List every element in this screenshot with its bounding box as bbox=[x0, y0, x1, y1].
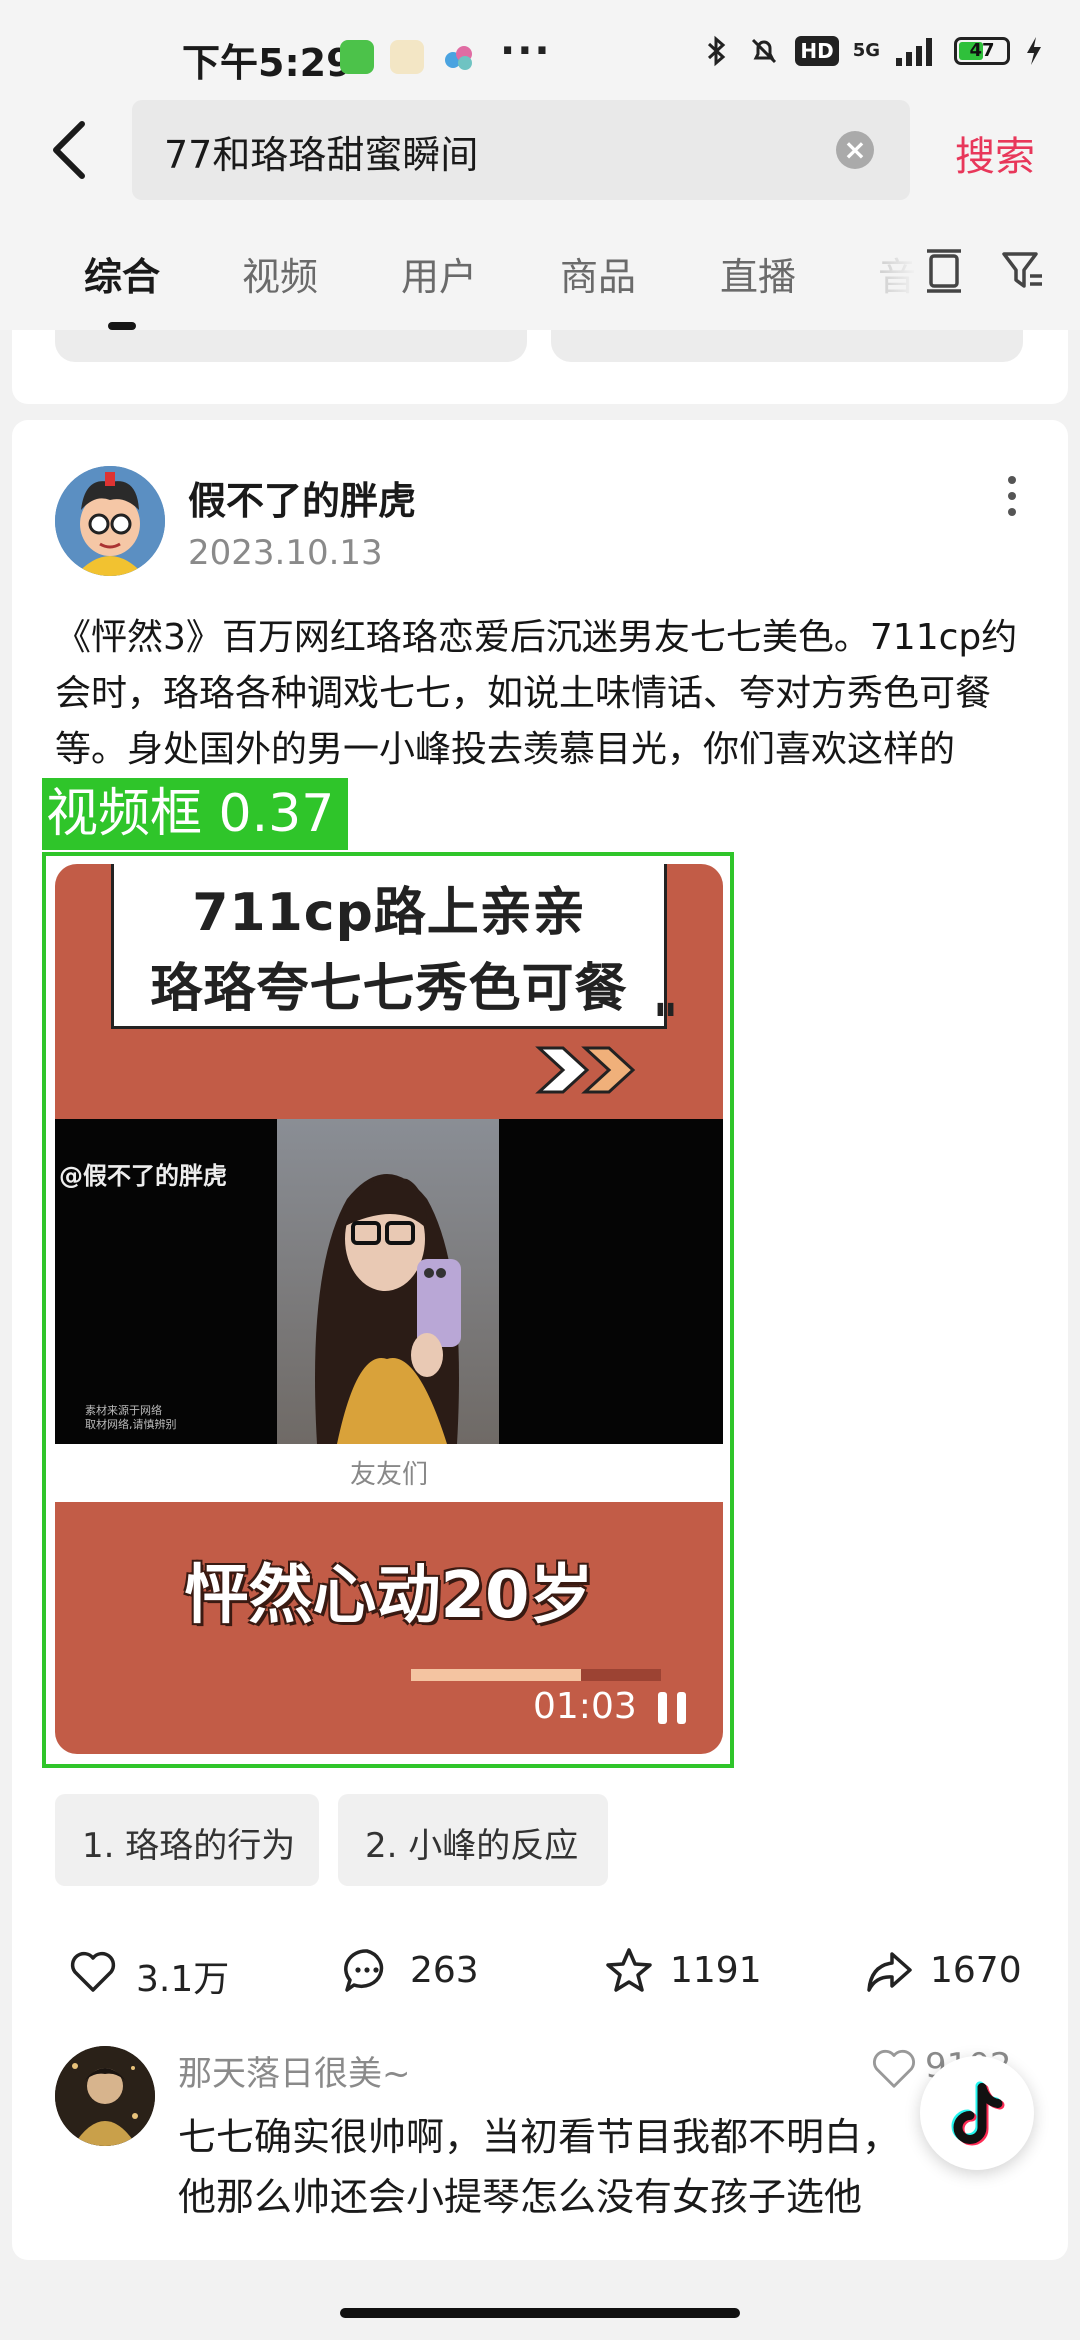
comment-icon[interactable] bbox=[342, 1946, 392, 1996]
more-notifications-icon: ··· bbox=[500, 28, 552, 74]
comment-text-line1: 七七确实很帅啊，当初看节目我都不明白， bbox=[178, 2115, 901, 2159]
detection-box bbox=[42, 852, 734, 1768]
status-icons: HD 5G 47 bbox=[699, 34, 1044, 68]
tab-comprehensive[interactable]: 综合 bbox=[84, 246, 160, 301]
author-name[interactable]: 假不了的胖虎 bbox=[188, 470, 416, 525]
author-avatar[interactable] bbox=[55, 466, 165, 576]
tab-video[interactable]: 视频 bbox=[242, 246, 318, 301]
result-tabs bbox=[0, 210, 1080, 330]
charging-icon bbox=[1027, 37, 1041, 65]
filter-icon[interactable] bbox=[1000, 246, 1044, 296]
favorite-star-icon[interactable] bbox=[604, 1946, 654, 1996]
tab-users[interactable]: 用户 bbox=[401, 246, 477, 301]
battery-level: 47 bbox=[969, 40, 995, 61]
favorite-count: 1191 bbox=[670, 1950, 762, 1991]
like-heart-icon[interactable] bbox=[68, 1946, 118, 1996]
douyin-float-button[interactable] bbox=[920, 2056, 1034, 2170]
tab-products[interactable]: 商品 bbox=[560, 246, 636, 301]
signal-icon bbox=[896, 38, 932, 66]
network-type: 5G bbox=[852, 40, 880, 61]
clear-search-button[interactable]: × bbox=[836, 131, 874, 169]
share-count: 1670 bbox=[930, 1950, 1022, 1991]
commenter-photo-icon bbox=[55, 2046, 155, 2146]
tab-fade bbox=[858, 236, 918, 306]
58-app-icon bbox=[390, 40, 424, 74]
comment-text-line2: 他那么帅还会小提琴怎么没有女孩子选他 bbox=[178, 2175, 863, 2219]
hd-badge: HD bbox=[795, 36, 839, 66]
bluetooth-icon bbox=[708, 35, 726, 67]
comment-count: 263 bbox=[410, 1950, 479, 1991]
previous-card-pill bbox=[551, 330, 1023, 362]
app-notification-icon bbox=[340, 40, 374, 74]
search-query[interactable]: 77和珞珞甜蜜瞬间 bbox=[164, 124, 478, 179]
layout-toggle-icon[interactable] bbox=[922, 246, 966, 296]
douyin-logo-icon bbox=[951, 2081, 1005, 2146]
cartoon-avatar-icon bbox=[55, 466, 165, 576]
like-count: 3.1万 bbox=[136, 1959, 230, 2000]
search-button[interactable]: 搜索 bbox=[955, 124, 1035, 182]
active-tab-indicator bbox=[108, 322, 136, 330]
post-date: 2023.10.13 bbox=[188, 533, 383, 573]
back-button[interactable] bbox=[46, 112, 98, 188]
commenter-avatar[interactable] bbox=[55, 2046, 155, 2146]
share-arrow-icon[interactable] bbox=[864, 1946, 914, 1996]
more-options-icon[interactable] bbox=[1000, 474, 1024, 518]
comment-like-icon[interactable] bbox=[870, 2044, 918, 2092]
tab-live[interactable]: 直播 bbox=[720, 246, 796, 301]
home-indicator[interactable] bbox=[340, 2308, 740, 2318]
battery-icon: 47 bbox=[954, 37, 1010, 65]
previous-card-pill bbox=[55, 330, 527, 362]
chapter-chip-1-label: 1. 珞珞的行为 bbox=[82, 1826, 296, 1866]
detection-label: 视频框 0.37 bbox=[42, 778, 349, 850]
commenter-name[interactable]: 那天落日很美~ bbox=[178, 2046, 411, 2095]
mute-bell-icon bbox=[752, 38, 777, 64]
status-time: 下午5:29 bbox=[182, 41, 353, 85]
back-arrow-icon bbox=[53, 121, 85, 179]
cloud-app-icon bbox=[442, 40, 476, 74]
chapter-chip-2-label: 2. 小峰的反应 bbox=[365, 1826, 579, 1866]
